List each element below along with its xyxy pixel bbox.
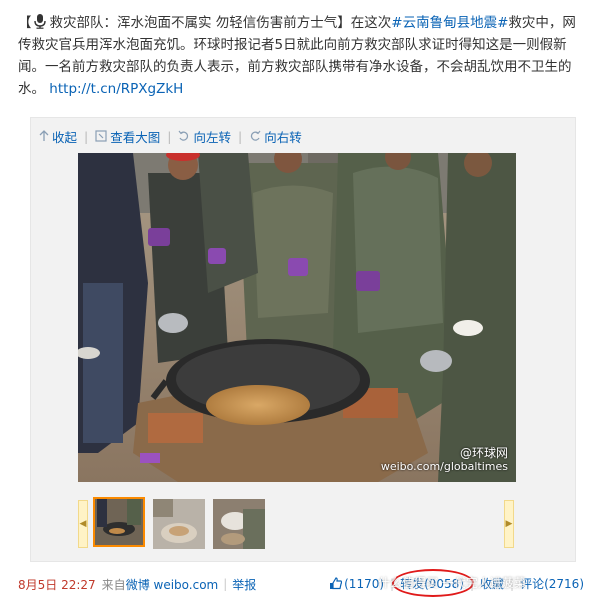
toolbar-divider: |: [237, 128, 243, 144]
post-intro: 在这次: [350, 15, 392, 31]
collapse-arrow-icon: [39, 130, 49, 141]
rotate-left-button[interactable]: 向左转: [178, 127, 231, 146]
collapse-label: 收起: [52, 129, 78, 145]
toolbar-divider: |: [84, 128, 89, 144]
meta-divider: |: [223, 577, 228, 591]
post-text: 【救灾部队：浑水泡面不属实 勿轻信伤害前方士气】在这次#云南鲁甸县地震#救灾中，…: [18, 12, 578, 100]
highlight-circle: [392, 569, 475, 597]
thumbnail-image: [95, 499, 143, 545]
rotate-left-icon: [179, 130, 189, 141]
thumbs-up-icon: [330, 576, 343, 589]
watermark-handle: @环球网: [459, 446, 508, 460]
post-meta-bar: 8月5日 22:27 来自 微博 weibo.com | 举报 (1170) | …: [18, 569, 584, 597]
post-headline: 救灾部队：浑水泡面不属实 勿轻信伤害前方士气】: [49, 15, 351, 31]
thumbnail-2[interactable]: [153, 499, 205, 549]
collapse-button[interactable]: 收起: [39, 127, 77, 146]
thumbnail-1[interactable]: [93, 497, 145, 547]
post-time-link[interactable]: 8月5日 22:27: [18, 576, 96, 593]
rotate-left-label: 向左转: [193, 129, 231, 145]
photo-watermark: @环球网 weibo.com/globaltimes: [381, 446, 508, 474]
watermark-url: weibo.com/globaltimes: [380, 460, 508, 473]
hashtag-link[interactable]: #云南鲁甸县地震#: [391, 15, 508, 31]
source-link[interactable]: 微博 weibo.com: [126, 576, 219, 593]
post-actions: (1170) | 转发(9058) | 收藏 | 评论(2716): [329, 569, 584, 597]
view-large-label: 查看大图: [110, 129, 161, 145]
magnify-icon: [95, 130, 107, 142]
thumbnail-image: [153, 499, 205, 549]
like-count: (1170): [344, 576, 385, 591]
short-url-link[interactable]: http://t.cn/RPXgZkH: [49, 81, 183, 97]
media-expanded-box: 收起 | 查看大图 | 向左转 | 向右转 @环球网 weibo.com/glo…: [30, 117, 576, 562]
thumbnail-3[interactable]: [213, 499, 265, 549]
favorite-button[interactable]: 收藏: [480, 575, 504, 592]
view-large-button[interactable]: 查看大图: [95, 127, 160, 146]
rotate-right-label: 向右转: [264, 129, 302, 145]
thumb-next-arrow[interactable]: ▶: [504, 500, 514, 548]
from-label: 来自: [101, 577, 126, 592]
toolbar-divider: |: [167, 128, 172, 144]
report-link[interactable]: 举报: [232, 576, 256, 593]
media-toolbar: 收起 | 查看大图 | 向左转 | 向右转: [39, 126, 302, 146]
thumb-prev-arrow[interactable]: ◀: [78, 500, 88, 548]
comment-button[interactable]: 评论(2716): [520, 575, 584, 592]
open-bracket: 【: [18, 15, 32, 31]
main-photo[interactable]: @环球网 weibo.com/globaltimes: [78, 153, 516, 482]
meta-divider: |: [510, 576, 515, 591]
rotate-right-icon: [251, 130, 261, 141]
photo-scene: [78, 153, 516, 482]
microphone-icon: [33, 14, 46, 29]
rotate-right-button[interactable]: 向右转: [249, 127, 302, 146]
repost-button[interactable]: 转发(9058): [392, 569, 475, 597]
thumbnail-image: [213, 499, 265, 549]
like-button[interactable]: (1170): [329, 577, 384, 591]
